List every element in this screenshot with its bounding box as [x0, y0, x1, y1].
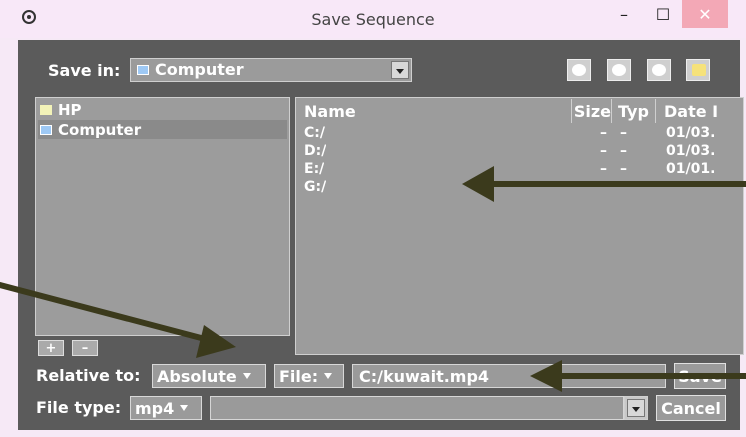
file-size: –	[600, 143, 607, 159]
relative-to-label: Relative to:	[36, 366, 141, 385]
file-name: E:/	[304, 161, 325, 177]
file-mode-select[interactable]: File:	[274, 364, 344, 388]
title-bar: Save Sequence – ☐ ✕	[0, 0, 746, 38]
file-date: 01/03.	[666, 125, 716, 141]
file-type-select[interactable]: mp4	[130, 396, 202, 420]
up-icon	[652, 64, 666, 76]
file-type-value: mp4	[135, 398, 175, 418]
chevron-down-icon	[180, 405, 189, 411]
relative-to-select[interactable]: Absolute	[152, 364, 266, 388]
maximize-button[interactable]: ☐	[646, 0, 680, 28]
relative-to-value: Absolute	[157, 366, 237, 386]
minimize-button[interactable]: –	[604, 0, 644, 28]
column-header-size[interactable]: Size	[572, 99, 612, 123]
sidebar-item-hp[interactable]: HP	[40, 100, 82, 119]
save-button[interactable]: Save	[674, 363, 726, 389]
chevron-down-icon	[627, 399, 645, 417]
file-type: –	[620, 143, 627, 159]
save-in-value: Computer	[155, 60, 244, 79]
file-name: C:/	[304, 125, 325, 141]
save-in-combo[interactable]: Computer	[130, 58, 412, 82]
sidebar-panel: HP Computer	[35, 97, 290, 336]
file-type-label: File type:	[36, 398, 122, 417]
sidebar-item-label: HP	[58, 100, 82, 119]
close-button[interactable]: ✕	[682, 0, 728, 28]
sidebar-item-label: Computer	[58, 120, 142, 139]
forward-icon	[612, 64, 626, 76]
file-path-input[interactable]: C:/kuwait.mp4	[352, 364, 666, 388]
folder-icon	[40, 104, 52, 115]
table-row[interactable]: C:/ – – 01/03.	[300, 125, 740, 143]
column-header-name[interactable]: Name	[300, 99, 572, 123]
chevron-down-icon	[324, 373, 333, 379]
sidebar-item-computer[interactable]: Computer	[38, 120, 287, 139]
back-button[interactable]	[567, 59, 591, 81]
table-row[interactable]: E:/ – – 01/01.	[300, 161, 740, 179]
table-row[interactable]: D:/ – – 01/03.	[300, 143, 740, 161]
file-date: 01/03.	[666, 143, 716, 159]
column-header-date[interactable]: Date I	[656, 99, 742, 123]
file-size: –	[600, 161, 607, 177]
back-icon	[572, 64, 586, 76]
cancel-button[interactable]: Cancel	[656, 395, 726, 421]
up-button[interactable]	[647, 59, 671, 81]
file-mode-value: File:	[279, 366, 319, 386]
file-date: 01/01.	[666, 161, 716, 177]
file-type-filter-dropdown[interactable]	[624, 396, 648, 420]
chevron-down-icon[interactable]	[391, 61, 409, 79]
chevron-down-icon	[242, 373, 251, 379]
file-type-filter[interactable]	[210, 396, 624, 420]
computer-icon	[40, 124, 52, 135]
column-header-type[interactable]: Typ	[612, 99, 656, 123]
save-sequence-dialog: Save Sequence – ☐ ✕ Save in: Computer HP…	[0, 0, 746, 437]
file-type: –	[620, 161, 627, 177]
forward-button[interactable]	[607, 59, 631, 81]
add-place-button[interactable]: +	[38, 340, 64, 356]
new-folder-button[interactable]	[686, 59, 710, 81]
save-in-label: Save in:	[48, 61, 121, 80]
file-type: –	[620, 125, 627, 141]
file-name: G:/	[304, 179, 327, 195]
computer-icon	[137, 65, 149, 75]
remove-place-button[interactable]: –	[72, 340, 98, 356]
file-size: –	[600, 125, 607, 141]
file-name: D:/	[304, 143, 327, 159]
table-row[interactable]: G:/	[300, 179, 740, 197]
new-folder-icon	[692, 64, 706, 76]
